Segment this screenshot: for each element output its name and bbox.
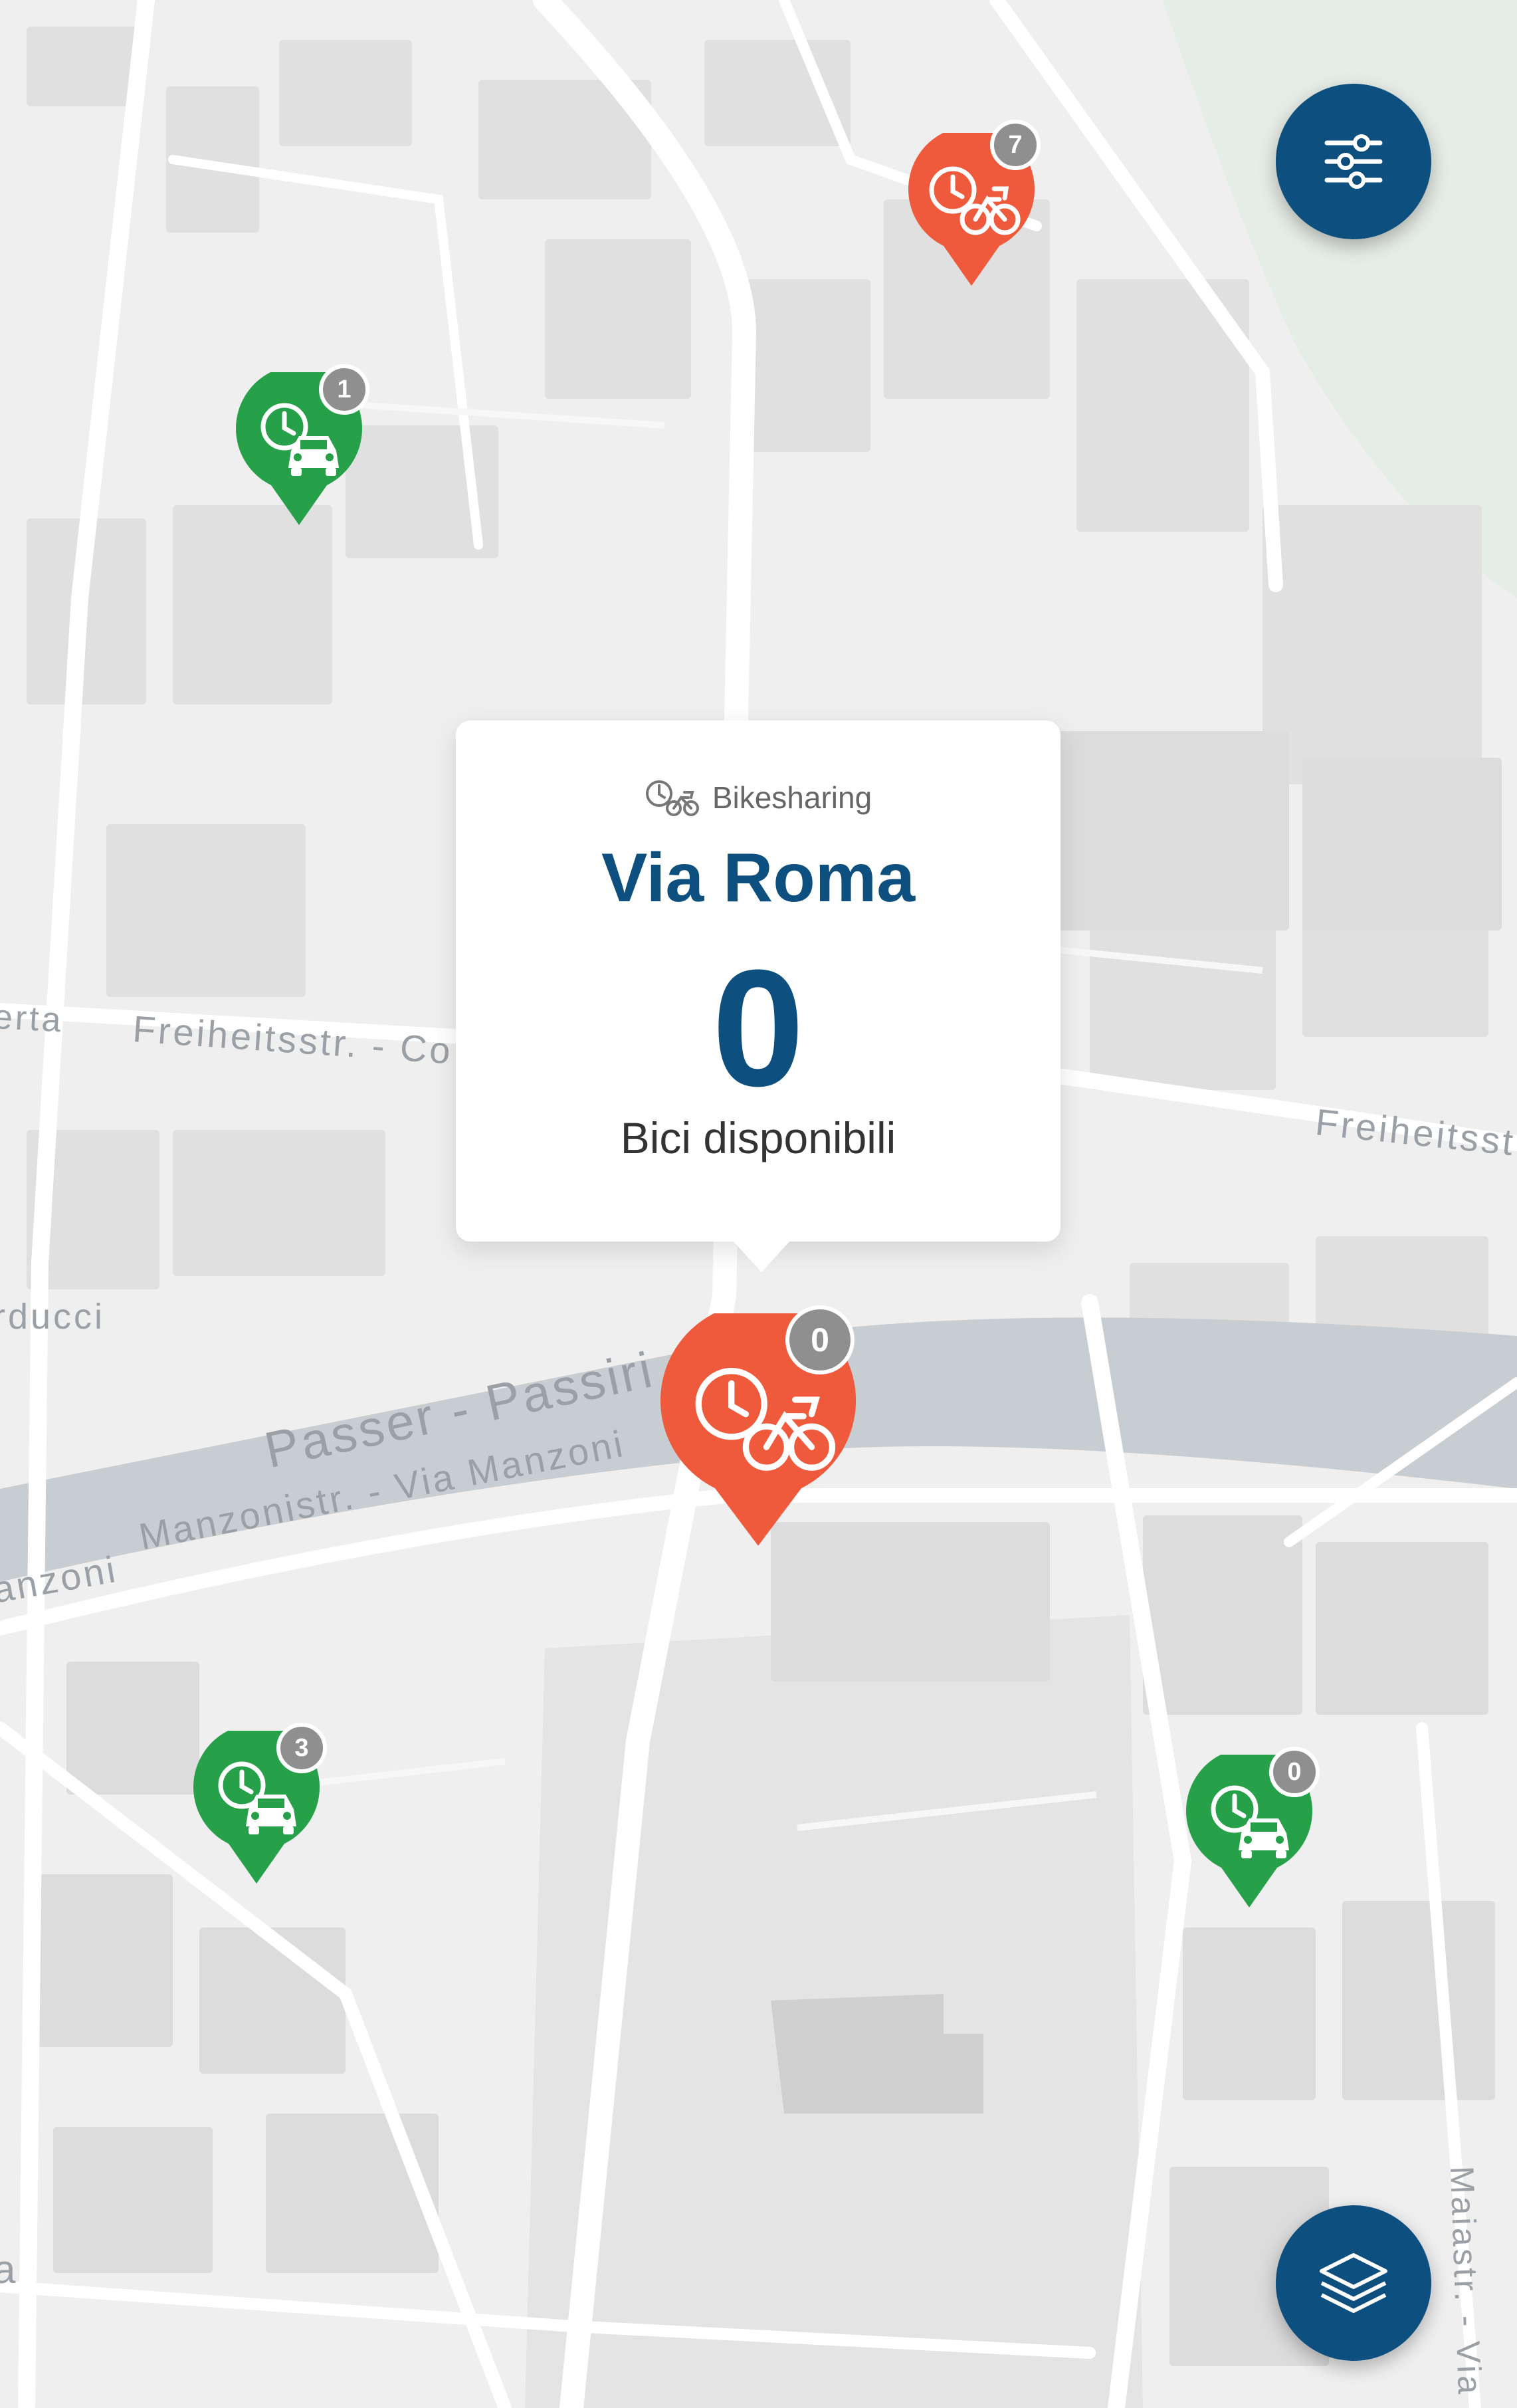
popup-category: Bikesharing: [456, 778, 1061, 818]
popup-category-label: Bikesharing: [712, 780, 872, 815]
availability-badge: 1: [319, 364, 369, 415]
availability-badge: 7: [990, 120, 1041, 170]
popup-pointer: [732, 1240, 791, 1272]
station-info-popup[interactable]: Bikesharing Via Roma 0 Bici disponibili: [456, 720, 1061, 1242]
availability-badge: 3: [276, 1723, 327, 1773]
street-label: erta: [0, 998, 64, 1040]
street-label: Maiastr. - Via: [1443, 2165, 1489, 2397]
bikesharing-station-marker[interactable]: 7: [905, 120, 1041, 292]
carsharing-station-marker[interactable]: 1: [233, 364, 369, 532]
selected-bikesharing-station-marker[interactable]: 0: [655, 1303, 861, 1550]
street-label: rducci: [0, 1297, 106, 1337]
carsharing-station-marker[interactable]: 3: [190, 1723, 327, 1890]
station-name: Via Roma: [601, 839, 916, 917]
clock-bike-icon: [645, 780, 699, 816]
availability-badge: 0: [785, 1305, 855, 1374]
layers-icon: [1320, 2253, 1387, 2313]
layers-button[interactable]: [1276, 2205, 1431, 2361]
available-bikes-count: 0: [712, 935, 805, 1121]
availability-badge: 0: [1269, 1747, 1320, 1797]
sliders-icon: [1324, 134, 1383, 189]
carsharing-station-marker[interactable]: 0: [1183, 1747, 1320, 1914]
street-label: a: [0, 2247, 19, 2292]
available-bikes-label: Bici disponibili: [620, 1113, 896, 1162]
filter-button[interactable]: [1276, 84, 1431, 239]
